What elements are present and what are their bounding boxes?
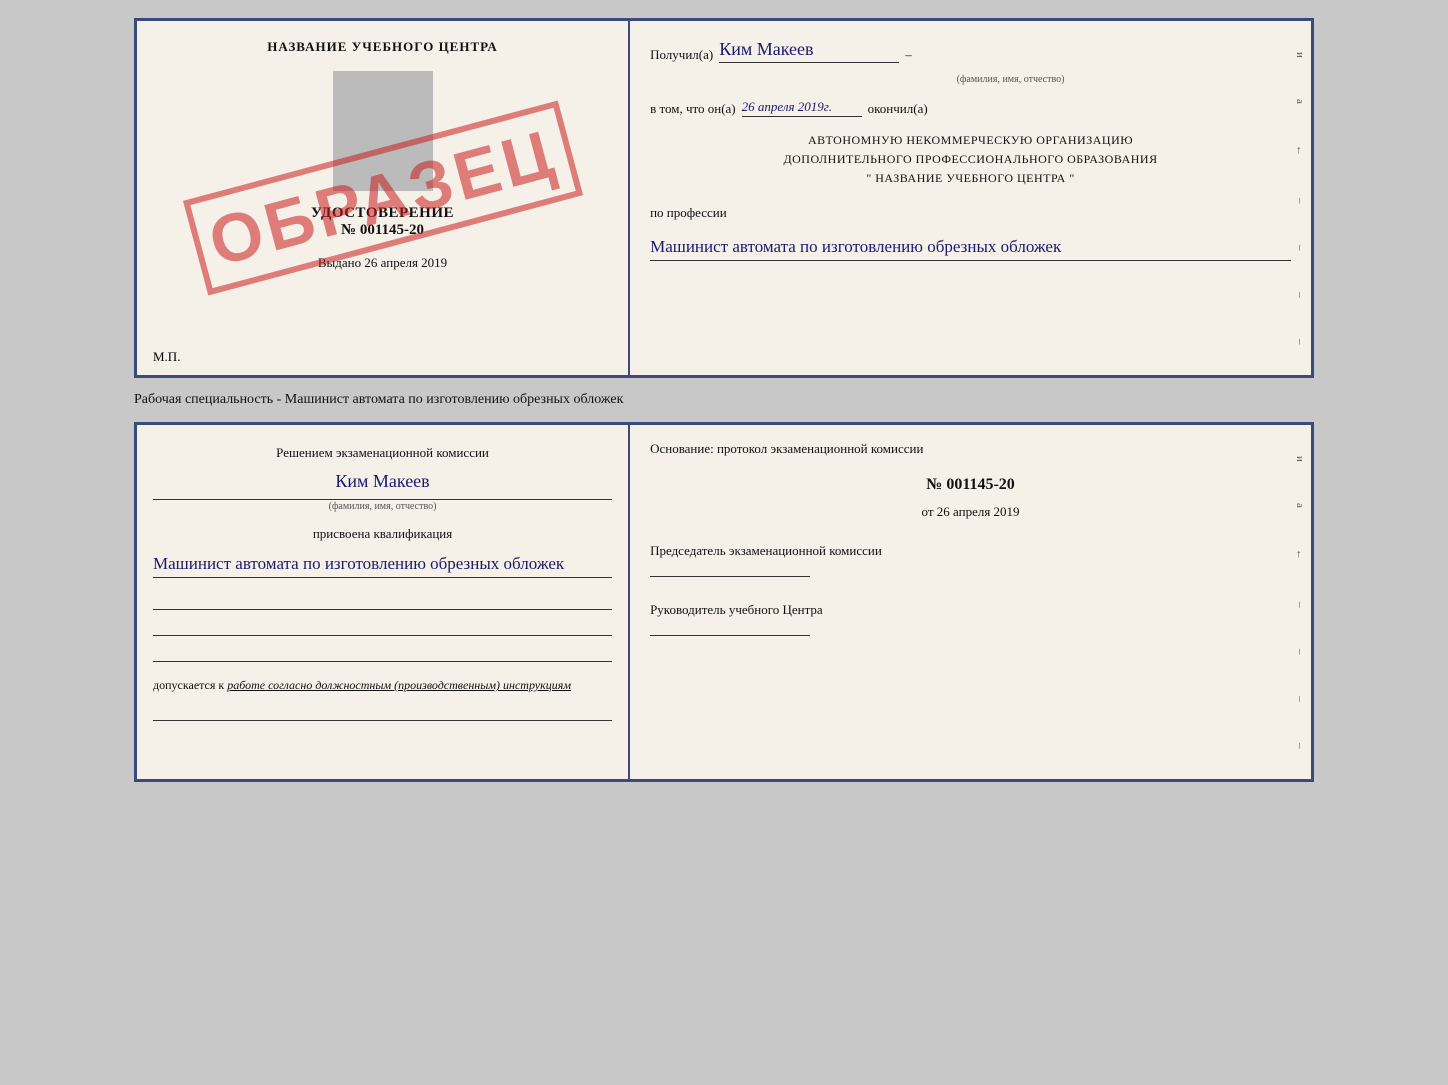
- dopuskaetsya-block: допускается к работе согласно должностны…: [153, 678, 612, 693]
- fio-hint-top: (фамилия, имя, отчество): [730, 74, 1291, 85]
- org-line2: ДОПОЛНИТЕЛЬНОГО ПРОФЕССИОНАЛЬНОГО ОБРАЗО…: [650, 150, 1291, 169]
- photo-placeholder: [333, 71, 433, 191]
- komissia-fio-hint: (фамилия, имя, отчество): [153, 499, 612, 512]
- cert-left-panel: НАЗВАНИЕ УЧЕБНОГО ЦЕНТРА УДОСТОВЕРЕНИЕ №…: [137, 21, 630, 375]
- sign-line-3: [153, 644, 612, 662]
- cert-bottom-left: Решением экзаменационной комиссии Ким Ма…: [137, 425, 630, 779]
- cert-right-panel: Получил(а) Ким Макеев – (фамилия, имя, о…: [630, 21, 1311, 375]
- recipient-name: Ким Макеев: [719, 39, 899, 63]
- prisvoena-label: присвоена квалификация: [153, 526, 612, 542]
- mp-label: М.П.: [153, 349, 180, 365]
- profession-name-top: Машинист автомата по изготовлению обрезн…: [650, 235, 1291, 262]
- completion-date: 26 апреля 2019г.: [742, 99, 862, 117]
- okonchil-label: окончил(а): [868, 101, 928, 117]
- vydano-line: Выдано 26 апреля 2019: [318, 255, 447, 271]
- kvali-name: Машинист автомата по изготовлению обрезн…: [153, 552, 612, 579]
- org-line3: " НАЗВАНИЕ УЧЕБНОГО ЦЕНТРА ": [650, 169, 1291, 188]
- school-name-top: НАЗВАНИЕ УЧЕБНОГО ЦЕНТРА: [267, 39, 498, 55]
- po-professii-label: по профессии: [650, 205, 1291, 221]
- cert-bottom-right: Основание: протокол экзаменационной коми…: [630, 425, 1311, 779]
- vydano-date: 26 апреля 2019: [364, 255, 447, 270]
- predsedatel-label: Председатель экзаменационной комиссии: [650, 542, 1291, 560]
- rukovoditel-label: Руководитель учебного Центра: [650, 601, 1291, 619]
- protocol-date-value: 26 апреля 2019: [937, 504, 1020, 519]
- predsedatel-sign-line: [650, 576, 810, 577]
- ot-label: от: [922, 504, 934, 519]
- protocol-number: № 001145-20: [650, 476, 1291, 494]
- right-margin-top: и а ← – – – –: [1289, 21, 1311, 375]
- komissia-name: Ким Макеев: [153, 471, 612, 492]
- dopuskaetsya-text: работе согласно должностным (производств…: [227, 678, 571, 692]
- osnovanie-text: Основание: протокол экзаменационной коми…: [650, 439, 1291, 460]
- right-margin-bottom: и а ← – – – –: [1289, 425, 1311, 779]
- vydano-label: Выдано: [318, 255, 361, 270]
- vtom-row: в том, что он(а) 26 апреля 2019г. окончи…: [650, 99, 1291, 117]
- predsedatel-block: Председатель экзаменационной комиссии: [650, 542, 1291, 577]
- vtom-label: в том, что он(а): [650, 101, 736, 117]
- sign-line-2: [153, 618, 612, 636]
- org-line1: АВТОНОМНУЮ НЕКОММЕРЧЕСКУЮ ОРГАНИЗАЦИЮ: [650, 131, 1291, 150]
- poluchil-row: Получил(а) Ким Макеев –: [650, 39, 1291, 63]
- dopuskaetsya-prefix: допускается к: [153, 678, 224, 692]
- cert-number: № 001145-20: [341, 222, 424, 239]
- rukovoditel-block: Руководитель учебного Центра: [650, 601, 1291, 636]
- protocol-date: от 26 апреля 2019: [650, 504, 1291, 520]
- rukovoditel-sign-line: [650, 635, 810, 636]
- sign-line-1: [153, 592, 612, 610]
- bottom-lines: [153, 592, 612, 662]
- dopuskaetsya-line: [153, 703, 612, 721]
- top-certificate: НАЗВАНИЕ УЧЕБНОГО ЦЕНТРА УДОСТОВЕРЕНИЕ №…: [134, 18, 1314, 378]
- bottom-certificate: Решением экзаменационной комиссии Ким Ма…: [134, 422, 1314, 782]
- poluchil-label: Получил(а): [650, 47, 713, 63]
- caption-between: Рабочая специальность - Машинист автомат…: [134, 388, 623, 412]
- reshen-text: Решением экзаменационной комиссии: [153, 443, 612, 463]
- udostoverenie-label: УДОСТОВЕРЕНИЕ: [311, 205, 454, 222]
- org-block: АВТОНОМНУЮ НЕКОММЕРЧЕСКУЮ ОРГАНИЗАЦИЮ ДО…: [650, 131, 1291, 189]
